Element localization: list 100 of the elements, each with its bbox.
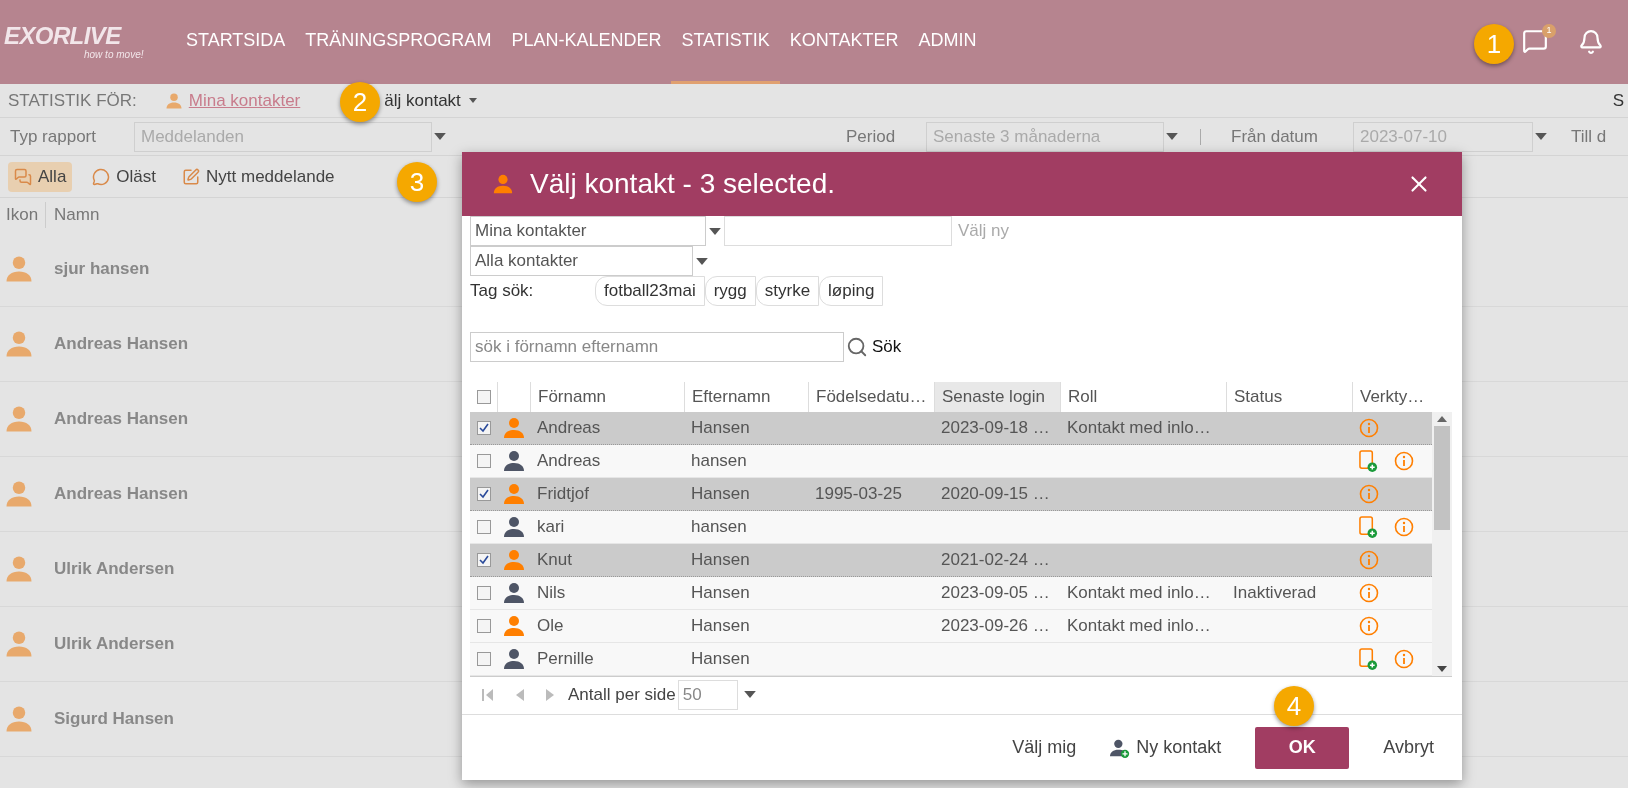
info-icon[interactable] [1394, 649, 1414, 669]
checkbox[interactable] [476, 520, 491, 534]
from-date-label: Från datum [1231, 125, 1319, 148]
device-add-icon[interactable] [1359, 647, 1378, 671]
checkbox[interactable] [476, 487, 491, 501]
table-cell: Kontakt med inlo… [1067, 583, 1211, 603]
person-icon [4, 404, 34, 434]
table-cell: 2021-02-24 … [941, 550, 1050, 570]
chat-icon[interactable] [1522, 28, 1548, 54]
table-cell: Knut [537, 550, 572, 570]
device-add-icon[interactable] [1359, 515, 1378, 539]
tag-chip[interactable]: rygg [704, 276, 756, 306]
bell-icon[interactable] [1578, 29, 1604, 55]
table-cell: Hansen [691, 649, 750, 669]
table-row[interactable]: Andreas hansen [470, 445, 1432, 478]
table-cell: Kontakt med inlo… [1067, 616, 1211, 636]
person-add-icon [1110, 737, 1131, 758]
group-select[interactable]: Mina kontakter [470, 216, 706, 246]
table-cell: Andreas [537, 418, 601, 438]
dialog-button[interactable]: Avbryt [1383, 734, 1434, 761]
person-icon [492, 173, 514, 195]
per-page-label: Antall per side [568, 683, 676, 706]
caret-icon [468, 98, 477, 103]
tag-chip[interactable]: løping [819, 276, 884, 306]
per-page-select[interactable]: 50 [677, 679, 738, 710]
report-type-label: Typ rapport [10, 125, 97, 148]
search-icon [846, 336, 868, 358]
table-row[interactable]: Pernille Hansen [470, 643, 1432, 676]
info-icon[interactable] [1359, 484, 1379, 504]
caret-icon[interactable] [1535, 133, 1547, 140]
table-cell: 2023-09-26 … [941, 616, 1050, 636]
caret-icon[interactable] [1166, 133, 1178, 140]
new-contact-button[interactable]: Ny kontakt [1110, 734, 1222, 761]
tag-chip[interactable]: styrke [755, 276, 820, 306]
table-row[interactable]: Nils Hansen 2023-09-05 … Kontakt med inlo… Inaktiverad [470, 577, 1432, 610]
column-header[interactable]: Senaste login [934, 382, 1060, 412]
search-field[interactable]: sök i förnamn efternamn [470, 332, 844, 362]
toolbar-tab[interactable]: Oläst [86, 161, 163, 192]
column-header: Namn [53, 204, 100, 227]
table-row[interactable]: Ole Hansen 2023-09-26 … Kontakt med inlo… [470, 610, 1432, 643]
toolbar-tab[interactable]: Nytt meddelande [176, 161, 341, 192]
info-icon[interactable] [1359, 583, 1379, 603]
chat-icon [14, 167, 32, 186]
notification-count: 1 [1542, 24, 1556, 38]
tag-chip[interactable]: fotball23mai [595, 276, 705, 306]
checkbox[interactable] [476, 553, 491, 567]
person-icon [4, 254, 34, 284]
person-icon [164, 91, 183, 110]
checkbox[interactable] [476, 454, 491, 468]
text-field[interactable] [724, 216, 952, 246]
ok-button[interactable]: OK [1255, 726, 1350, 769]
tag-search-label: Tag sök: [470, 280, 535, 302]
table-cell: kari [537, 517, 565, 537]
checkbox[interactable] [476, 390, 491, 404]
table-cell: Pernille [537, 649, 594, 669]
checkbox[interactable] [476, 421, 491, 435]
contact-select[interactable]: älj kontakt [384, 87, 477, 114]
next-icon[interactable] [546, 688, 554, 701]
caret-icon[interactable] [743, 691, 756, 698]
chat-icon [92, 167, 111, 186]
checkbox[interactable] [476, 619, 491, 633]
dialog-button[interactable]: Välj mig [1012, 734, 1077, 761]
person-icon [4, 629, 34, 659]
table-cell: Hansen [691, 418, 750, 438]
scroll-up-icon[interactable] [1437, 416, 1447, 422]
table-cell: Hansen [691, 583, 750, 603]
dialog-title: Välj kontakt - 3 selected. [530, 167, 836, 201]
previous-icon[interactable] [516, 688, 524, 701]
device-add-icon[interactable] [1359, 449, 1378, 473]
caret-icon[interactable] [696, 257, 708, 265]
info-icon[interactable] [1359, 418, 1379, 438]
search-button[interactable]: Sök [846, 334, 902, 360]
caret-icon[interactable] [434, 133, 446, 140]
checkbox[interactable] [476, 586, 491, 600]
stats-for-label: STATISTIK FÖR: [8, 89, 137, 112]
table-row[interactable]: kari hansen [470, 511, 1432, 544]
table-cell: Fridtjof [537, 484, 589, 504]
scroll-down-icon[interactable] [1437, 666, 1447, 672]
toolbar-tab[interactable]: Alla [8, 161, 73, 192]
table-cell: Hansen [691, 484, 750, 504]
info-icon[interactable] [1359, 550, 1379, 570]
table-cell: Kontakt med inlo… [1067, 418, 1211, 438]
period-label: Period [846, 125, 897, 148]
info-icon[interactable] [1394, 517, 1414, 537]
filter-select[interactable]: Alla kontakter [470, 246, 693, 276]
scrollbar[interactable] [1432, 412, 1452, 676]
first-page-icon[interactable] [482, 687, 494, 702]
table-cell: hansen [691, 517, 747, 537]
info-icon[interactable] [1394, 451, 1414, 471]
table-row[interactable]: Knut Hansen 2021-02-24 … [470, 544, 1432, 577]
info-icon[interactable] [1359, 616, 1379, 636]
to-date-label: Till d [1571, 125, 1607, 148]
table-cell: Hansen [691, 616, 750, 636]
table-cell: 2023-09-18 … [941, 418, 1050, 438]
caret-icon[interactable] [709, 227, 721, 235]
table-cell: 1995-03-25 [815, 484, 902, 504]
table-row[interactable]: Andreas Hansen 2023-09-18 … Kontakt med inlo… [470, 412, 1432, 445]
table-row[interactable]: Fridtjof Hansen 1995-03-25 2020-09-15 … [470, 478, 1432, 511]
person-icon [4, 329, 34, 359]
checkbox[interactable] [476, 652, 491, 666]
